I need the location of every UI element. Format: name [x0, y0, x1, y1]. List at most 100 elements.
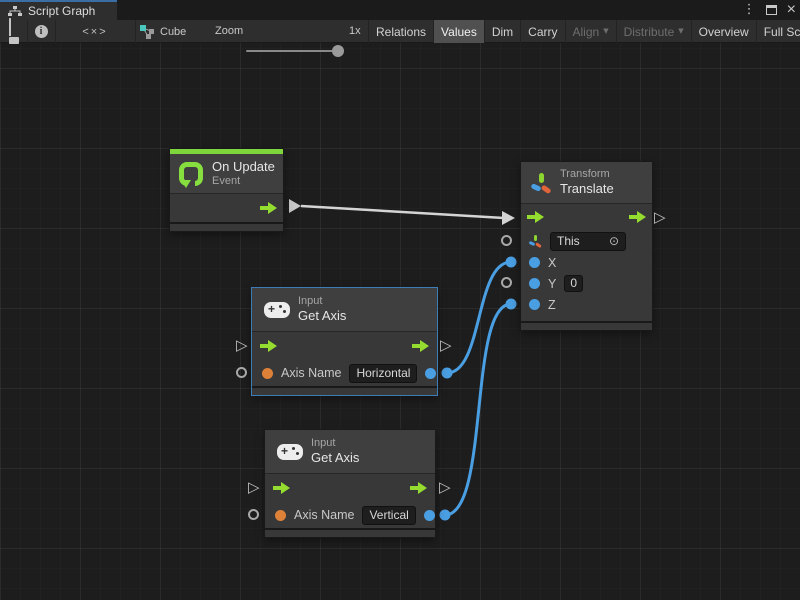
control-output-arrow-icon[interactable] — [410, 482, 427, 494]
code-view-icon: <×> — [82, 26, 107, 38]
node-header: On Update Event — [170, 154, 283, 194]
axis-name-port-dot[interactable] — [262, 368, 273, 379]
getaxisv-output-port-triangle[interactable]: ▷ — [439, 480, 451, 495]
align-dropdown[interactable]: Align ▼ — [565, 20, 616, 43]
values-button[interactable]: Values — [433, 20, 484, 43]
script-graph-icon — [8, 6, 22, 17]
axis-name-field[interactable]: Vertical — [362, 506, 415, 525]
port-row-x: X — [521, 252, 652, 273]
control-output-arrow-icon[interactable] — [260, 202, 277, 214]
z-port-label: Z — [548, 298, 556, 312]
z-port-dot[interactable] — [529, 299, 540, 310]
control-input-arrow-icon[interactable] — [527, 211, 544, 223]
node-get-axis-horizontal[interactable]: Input Get Axis Axis Name Horizontal — [252, 288, 437, 395]
result-port-dot[interactable] — [425, 368, 436, 379]
result-port-dot[interactable] — [424, 510, 435, 521]
node-on-update[interactable]: On Update Event — [170, 149, 283, 231]
window-tab-bar: Script Graph ⋮ × — [0, 0, 800, 20]
chevron-down-icon: ▼ — [603, 28, 608, 35]
y-port-label: Y — [548, 277, 556, 291]
y-port-dot[interactable] — [529, 278, 540, 289]
getaxish-output-port-triangle[interactable]: ▷ — [440, 338, 452, 353]
zoom-slider-handle[interactable] — [332, 45, 344, 57]
port-row-z: Z — [521, 294, 652, 315]
target-field[interactable]: This ⊙ — [550, 232, 626, 251]
node-translate[interactable]: Transform Translate This ⊙ X Y 0 Z — [521, 162, 652, 330]
zoom-slider-track[interactable] — [246, 50, 336, 52]
object-picker-icon[interactable]: ⊙ — [609, 234, 619, 249]
info-button[interactable]: i — [27, 20, 55, 43]
node-footer — [521, 321, 652, 330]
gamepad-icon — [277, 444, 303, 460]
lock-button[interactable] — [0, 20, 27, 43]
node-get-axis-vertical[interactable]: Input Get Axis Axis Name Vertical — [265, 430, 435, 537]
value-row: Axis Name Horizontal — [252, 360, 437, 386]
tab-title: Script Graph — [28, 4, 95, 18]
relations-button[interactable]: Relations — [368, 20, 433, 43]
control-output-arrow-icon[interactable] — [412, 340, 429, 352]
control-row — [265, 474, 435, 502]
tab-script-graph[interactable]: Script Graph — [0, 0, 117, 20]
on-update-loop-icon — [178, 161, 204, 187]
node-title: Translate — [560, 181, 614, 197]
y-value-field[interactable]: 0 — [564, 275, 583, 292]
control-input-arrow-icon[interactable] — [273, 482, 290, 494]
node-category: Transform — [560, 168, 614, 181]
target-row: This ⊙ — [521, 230, 652, 252]
control-input-arrow-icon[interactable] — [260, 340, 277, 352]
control-row — [252, 332, 437, 360]
window-menu-icon[interactable]: ⋮ — [743, 0, 756, 20]
transform-axis-icon — [530, 172, 552, 194]
port-row-y: Y 0 — [521, 273, 652, 294]
node-footer — [170, 222, 283, 231]
zoom-label: Zoom — [215, 25, 243, 37]
transform-mini-icon — [529, 235, 542, 248]
getaxish-axisname-port-circle[interactable] — [236, 367, 247, 378]
chevron-down-icon: ▼ — [678, 28, 683, 35]
maximize-icon[interactable] — [766, 5, 777, 15]
translate-output-port-triangle[interactable]: ▷ — [654, 210, 666, 225]
node-title: Get Axis — [298, 308, 346, 324]
node-category: Input — [311, 437, 359, 450]
getaxisv-input-port-triangle[interactable]: ▷ — [248, 480, 260, 495]
graph-toolbar: i <×> Cube Zoom 1x Relations Values Dim … — [0, 20, 800, 43]
target-field-value: This — [557, 234, 580, 249]
node-footer — [252, 386, 437, 395]
info-icon: i — [35, 25, 48, 38]
node-subtitle: Event — [212, 175, 275, 188]
close-icon[interactable]: × — [787, 1, 796, 19]
control-row — [521, 204, 652, 230]
control-row — [170, 194, 283, 222]
value-row: Axis Name Vertical — [265, 502, 435, 528]
node-title: Get Axis — [311, 450, 359, 466]
graph-node-icon — [140, 25, 155, 39]
node-header: Transform Translate — [521, 162, 652, 204]
code-view-button[interactable]: <×> — [55, 20, 135, 43]
node-category: Input — [298, 295, 346, 308]
node-header: Input Get Axis — [265, 430, 435, 474]
axis-name-label: Axis Name — [294, 508, 354, 522]
translate-target-port-circle[interactable] — [501, 235, 512, 246]
node-footer — [265, 528, 435, 537]
axis-name-label: Axis Name — [281, 366, 341, 380]
node-header: Input Get Axis — [252, 288, 437, 332]
axis-name-port-dot[interactable] — [275, 510, 286, 521]
graph-breadcrumb[interactable]: Cube — [140, 20, 186, 43]
axis-name-field[interactable]: Horizontal — [349, 364, 417, 383]
carry-button[interactable]: Carry — [520, 20, 564, 43]
graph-name-label: Cube — [160, 26, 186, 38]
node-title: On Update — [212, 159, 275, 175]
control-output-arrow-icon[interactable] — [629, 211, 646, 223]
getaxish-input-port-triangle[interactable]: ▷ — [236, 338, 248, 353]
gamepad-icon — [264, 302, 290, 318]
x-port-label: X — [548, 256, 556, 270]
overview-button[interactable]: Overview — [691, 20, 756, 43]
zoom-value: 1x — [349, 25, 361, 37]
distribute-dropdown[interactable]: Distribute ▼ — [616, 20, 691, 43]
x-port-dot[interactable] — [529, 257, 540, 268]
getaxisv-axisname-port-circle[interactable] — [248, 509, 259, 520]
full-screen-button[interactable]: Full Screen — [756, 20, 800, 43]
translate-y-port-circle[interactable] — [501, 277, 512, 288]
lock-icon — [9, 19, 19, 44]
dim-button[interactable]: Dim — [484, 20, 520, 43]
